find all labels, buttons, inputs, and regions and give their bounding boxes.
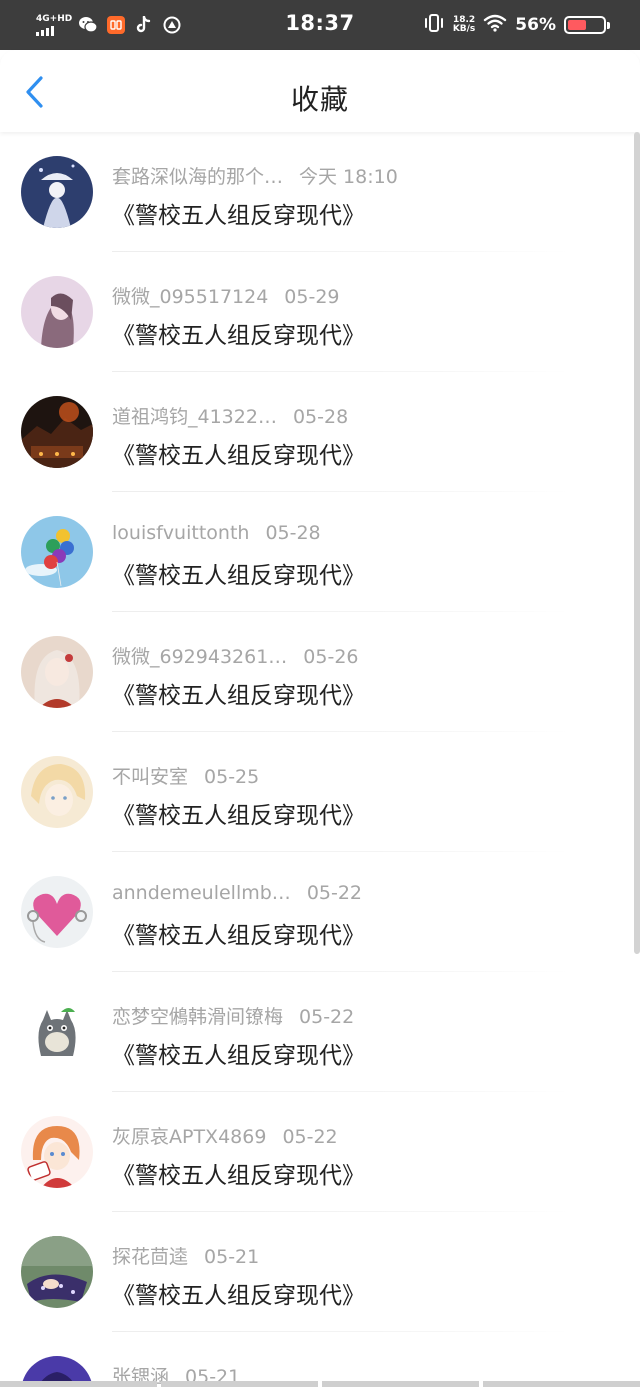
item-title[interactable]: 《警校五人组反穿现代》: [112, 1036, 365, 1070]
item-date: 05-21: [204, 1246, 260, 1268]
item-meta: louisfvuittonth 05-28: [112, 522, 321, 544]
item-meta: 不叫安室 05-25: [112, 762, 259, 789]
bottom-indicator: [0, 1381, 640, 1387]
favorites-list: 套路深似海的那个… 今天 18:10 《警校五人组反穿现代》 微微_0955171…: [0, 132, 640, 1387]
list-item[interactable]: louisfvuittonth 05-28 《警校五人组反穿现代》: [0, 492, 640, 612]
list-item[interactable]: 套路深似海的那个… 今天 18:10 《警校五人组反穿现代》: [0, 132, 640, 252]
list-item[interactable]: 不叫安室 05-25 《警校五人组反穿现代》: [0, 732, 640, 852]
item-date: 05-28: [292, 406, 349, 428]
item-meta: 微微_692943261… 05-26: [112, 642, 359, 669]
avatar[interactable]: [21, 996, 93, 1068]
battery-icon: [564, 16, 610, 34]
item-title[interactable]: 《警校五人组反穿现代》: [112, 1276, 365, 1310]
avatar[interactable]: [21, 156, 93, 228]
avatar[interactable]: [21, 1116, 93, 1188]
item-meta: 恋梦空鵂韩滑间镣梅 05-22: [112, 1002, 354, 1029]
username[interactable]: 微微_692943261…: [112, 646, 287, 668]
list-item[interactable]: 张锶涵 05-21: [0, 1332, 640, 1387]
list-item[interactable]: 道祖鸿钧_41322… 05-28 《警校五人组反穿现代》: [0, 372, 640, 492]
item-date: 今天 18:10: [299, 166, 398, 188]
item-meta: 道祖鸿钧_41322… 05-28: [112, 402, 348, 429]
item-date: 05-28: [265, 522, 321, 544]
item-date: 05-22: [282, 1126, 338, 1148]
item-title[interactable]: 《警校五人组反穿现代》: [112, 556, 365, 590]
list-item[interactable]: 微微_095517124 05-29 《警校五人组反穿现代》: [0, 252, 640, 372]
status-bar: 4G+HD 18:37 18.2 KB/s 56%: [0, 0, 640, 50]
avatar[interactable]: [21, 396, 93, 468]
username[interactable]: 探花茴逵: [112, 1246, 188, 1268]
item-title[interactable]: 《警校五人组反穿现代》: [112, 676, 365, 710]
username[interactable]: anndemeulellmb…: [112, 882, 291, 904]
list-item[interactable]: 灰原哀APTX4869 05-22 《警校五人组反穿现代》: [0, 1092, 640, 1212]
avatar[interactable]: [21, 876, 93, 948]
item-title[interactable]: 《警校五人组反穿现代》: [112, 1156, 365, 1190]
list-item[interactable]: anndemeulellmb… 05-22 《警校五人组反穿现代》: [0, 852, 640, 972]
avatar[interactable]: [21, 516, 93, 588]
item-date: 05-25: [204, 766, 260, 788]
item-date: 05-22: [306, 882, 363, 904]
avatar[interactable]: [21, 276, 93, 348]
username[interactable]: 不叫安室: [112, 766, 188, 788]
list-item[interactable]: 探花茴逵 05-21 《警校五人组反穿现代》: [0, 1212, 640, 1332]
avatar[interactable]: [21, 1236, 93, 1308]
page-title: 收藏: [290, 83, 349, 116]
username[interactable]: 微微_095517124: [112, 286, 268, 308]
page-header: 收藏: [0, 50, 640, 132]
list-item[interactable]: 恋梦空鵂韩滑间镣梅 05-22 《警校五人组反穿现代》: [0, 972, 640, 1092]
item-title[interactable]: 《警校五人组反穿现代》: [112, 196, 365, 230]
avatar[interactable]: [21, 756, 93, 828]
avatar[interactable]: [21, 636, 93, 708]
item-meta: 微微_095517124 05-29: [112, 282, 340, 309]
speed-unit: KB/s: [452, 24, 476, 34]
item-date: 05-29: [284, 286, 340, 308]
username[interactable]: louisfvuittonth: [112, 522, 249, 544]
status-right: 18.2 KB/s 56%: [423, 11, 610, 39]
item-meta: 灰原哀APTX4869 05-22: [112, 1122, 338, 1149]
scrollbar[interactable]: [634, 132, 640, 954]
wifi-icon: [483, 14, 507, 36]
username[interactable]: 灰原哀APTX4869: [112, 1126, 266, 1148]
item-meta: anndemeulellmb… 05-22: [112, 882, 362, 904]
username[interactable]: 道祖鸿钧_41322…: [112, 406, 277, 428]
item-title[interactable]: 《警校五人组反穿现代》: [112, 436, 365, 470]
username[interactable]: 恋梦空鵂韩滑间镣梅: [112, 1006, 283, 1028]
item-date: 05-26: [303, 646, 359, 668]
battery-percent: 56%: [515, 15, 556, 35]
item-meta: 套路深似海的那个… 今天 18:10: [112, 162, 398, 189]
item-title[interactable]: 《警校五人组反穿现代》: [112, 916, 365, 950]
item-date: 05-22: [299, 1006, 355, 1028]
item-title[interactable]: 《警校五人组反穿现代》: [112, 316, 365, 350]
vibrate-icon: [423, 13, 445, 37]
network-speed: 18.2 KB/s: [453, 16, 475, 34]
list-item[interactable]: 微微_692943261… 05-26 《警校五人组反穿现代》: [0, 612, 640, 732]
username[interactable]: 套路深似海的那个…: [112, 166, 283, 188]
item-title[interactable]: 《警校五人组反穿现代》: [112, 796, 365, 830]
item-meta: 探花茴逵 05-21: [112, 1242, 259, 1269]
